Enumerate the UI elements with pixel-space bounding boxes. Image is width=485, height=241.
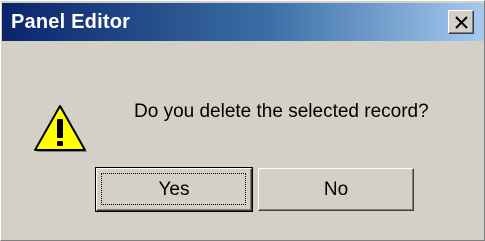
dialog-message: Do you delete the selected record? bbox=[134, 101, 429, 122]
close-icon bbox=[455, 16, 468, 29]
focus-ring bbox=[101, 173, 246, 205]
no-button[interactable]: No bbox=[258, 168, 414, 211]
title-bar[interactable]: Panel Editor bbox=[2, 3, 484, 41]
no-button-label: No bbox=[323, 178, 349, 200]
window-title: Panel Editor bbox=[11, 11, 131, 33]
dialog-window: Panel Editor Do you delete the selected … bbox=[0, 0, 485, 241]
yes-button[interactable]: Yes bbox=[95, 167, 253, 212]
warning-icon bbox=[34, 105, 87, 152]
close-button[interactable] bbox=[448, 10, 474, 34]
